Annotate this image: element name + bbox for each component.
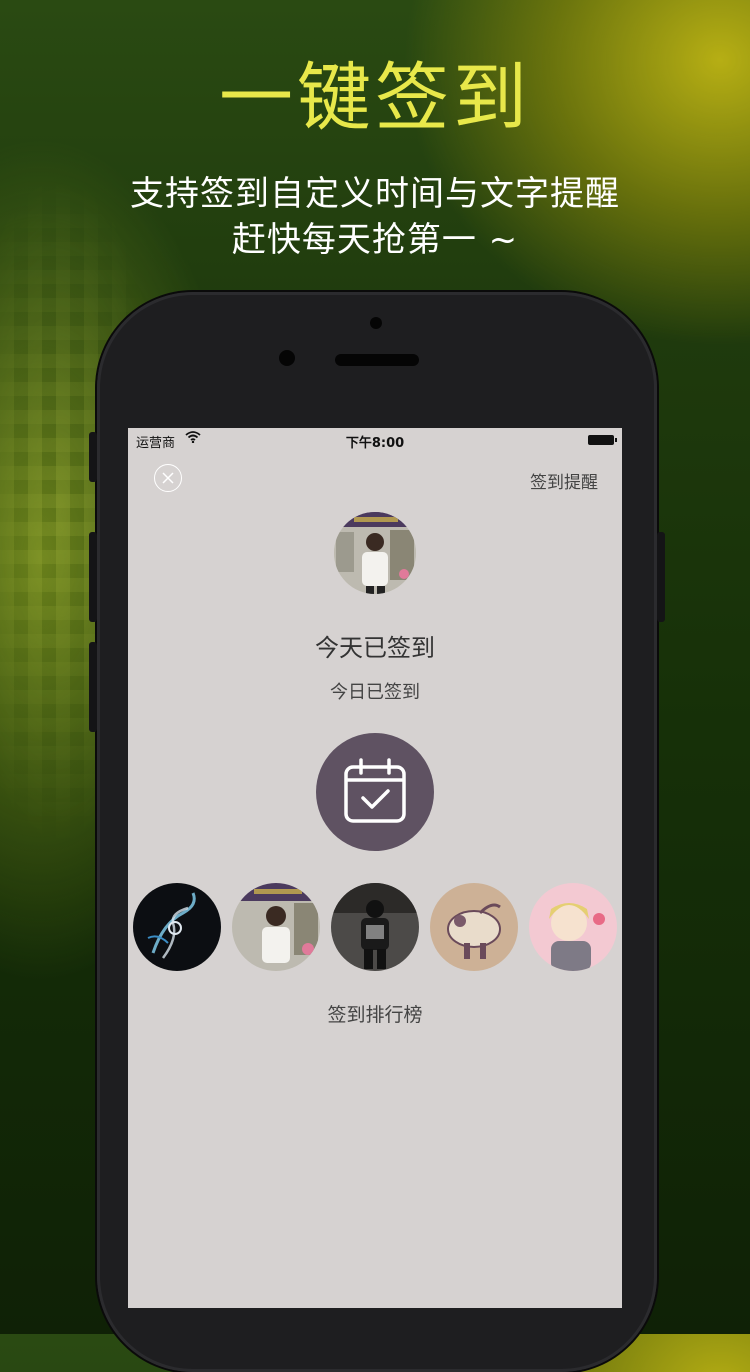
checkin-button[interactable] [316,733,434,851]
proximity-sensor [279,350,295,366]
checkin-reminder-link[interactable]: 签到提醒 [530,468,598,493]
ranking-avatars [128,883,622,973]
promo-headline: 一键签到 [219,55,531,141]
front-camera [370,317,382,329]
status-bar: 运营商 下午8:00 [128,428,622,452]
checkin-status-subtitle: 今日已签到 [330,682,420,703]
checkin-leaderboard-link[interactable]: 签到排行榜 [128,1000,622,1027]
ranking-avatar-1[interactable] [133,883,221,971]
ranking-avatar-4[interactable] [430,883,518,971]
calendar-check-icon [344,758,406,823]
status-time: 下午8:00 [345,436,405,451]
battery-icon [588,435,617,445]
phone-frame: 运营商 下午8:00 签到提醒 今天已签到 今日已签到 签到排行榜 [89,292,665,1372]
ranking-avatar-3[interactable] [331,883,419,971]
promo-subtitle-line1: 支持签到自定义时间与文字提醒 [130,174,620,214]
checkin-status-title: 今天已签到 [315,634,435,662]
volume-up-button [89,532,97,622]
close-button[interactable] [154,464,182,492]
promo-subtitle-line2: 赶快每天抢第一 ~ [231,220,519,260]
user-avatar[interactable] [334,512,416,594]
phone-screen: 运营商 下午8:00 签到提醒 今天已签到 今日已签到 签到排行榜 [128,428,622,1308]
earpiece-speaker [335,354,419,366]
volume-down-button [89,642,97,732]
mute-switch [89,432,97,482]
power-button [657,532,665,622]
ranking-avatar-2[interactable] [232,883,320,971]
ranking-avatar-5[interactable] [529,883,617,971]
close-icon [162,472,174,484]
